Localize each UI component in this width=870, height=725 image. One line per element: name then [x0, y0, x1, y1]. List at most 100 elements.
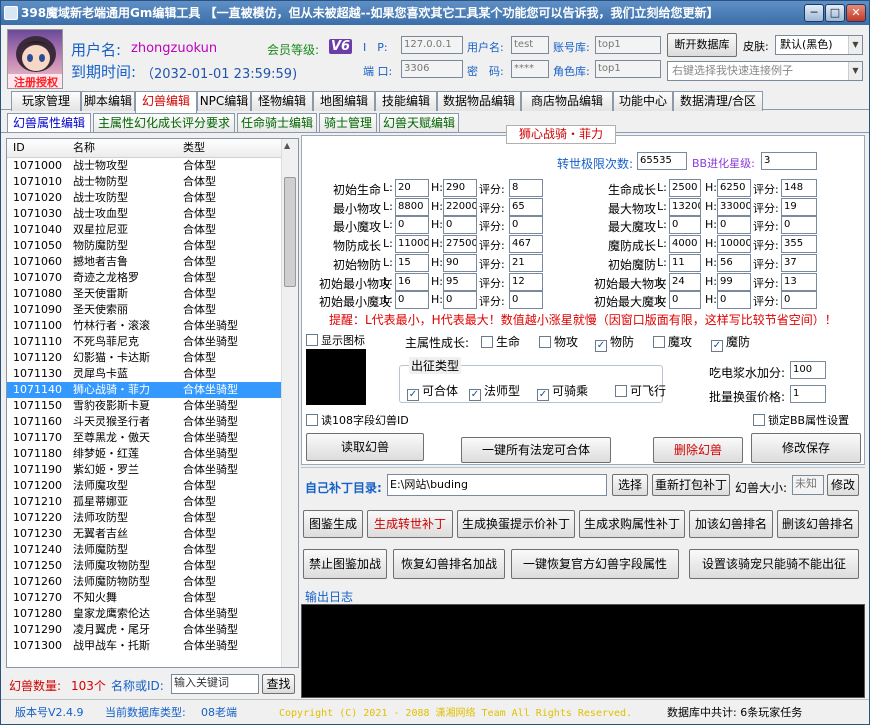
stat-min-input[interactable]: 0 — [669, 291, 701, 310]
table-row[interactable]: 1071130 灵犀鸟卡蓝 合体型 — [7, 366, 298, 382]
type-option-3[interactable]: ✓ 可骑乘 — [537, 382, 588, 401]
growth-option-2[interactable]: 物攻 — [539, 333, 578, 350]
tab-1[interactable]: 玩家管理 — [11, 91, 81, 111]
modify-size-button[interactable]: 修改 — [827, 474, 859, 496]
stat-min-input[interactable]: 8800 — [395, 197, 429, 216]
growth-option-3[interactable]: ✓ 物防 — [595, 333, 634, 352]
stat-max-input[interactable]: 99 — [717, 272, 751, 291]
stat-min-input[interactable]: 0 — [669, 216, 701, 235]
stat-score-input[interactable]: 467 — [509, 235, 543, 254]
stat-score-input[interactable]: 148 — [781, 179, 817, 197]
repack-button[interactable]: 重新打包补丁 — [652, 474, 730, 496]
stat-max-input[interactable]: 290 — [443, 179, 477, 197]
stat-max-input[interactable]: 0 — [443, 291, 477, 310]
table-row[interactable]: 1071230 无翼者吉丝 合体型 — [7, 526, 298, 542]
subtab-2[interactable]: 主属性幻化成长评分要求 — [93, 113, 235, 132]
role-db-input[interactable]: top1 — [595, 60, 661, 78]
skin-select[interactable]: 默认(黑色) ▼ — [775, 35, 863, 55]
table-row[interactable]: 1071280 皇家龙鹰索伦达 合体坐骑型 — [7, 606, 298, 622]
patch-button-5[interactable]: 加该幻兽排名 — [689, 510, 773, 538]
patch-button2-1[interactable]: 禁止图鉴加战 — [303, 549, 387, 579]
table-row[interactable]: 1071110 不死鸟菲尼克 合体坐骑型 — [7, 334, 298, 350]
tab-11[interactable]: 数据清理/合区 — [673, 91, 763, 111]
egg-price-input[interactable]: 1 — [790, 385, 826, 403]
patch-button2-4[interactable]: 设置该骑宠只能骑不能出征 — [689, 549, 859, 579]
patch-button-3[interactable]: 生成换蛋提示价补丁 — [457, 510, 575, 538]
table-row[interactable]: 1071100 竹林行者・滚滚 合体坐骑型 — [7, 318, 298, 334]
patch-button2-3[interactable]: 一键恢复官方幻兽字段属性 — [511, 549, 679, 579]
stat-max-input[interactable]: 27500 — [443, 235, 477, 254]
stat-score-input[interactable]: 12 — [509, 272, 543, 291]
stat-max-input[interactable]: 0 — [443, 216, 477, 235]
patch-button2-2[interactable]: 恢复幻兽排名加战 — [393, 549, 505, 579]
search-input[interactable]: 输入关键词 — [171, 674, 259, 694]
table-row[interactable]: 1071090 圣天使索丽 合体型 — [7, 302, 298, 318]
read-pet-button[interactable]: 读取幻兽 — [306, 433, 424, 461]
table-row[interactable]: 1071180 绯梦姬・红莲 合体坐骑型 — [7, 446, 298, 462]
stat-score-input[interactable]: 19 — [781, 197, 817, 216]
account-db-input[interactable]: top1 — [595, 36, 661, 54]
table-row[interactable]: 1071260 法师魔防物防型 合体型 — [7, 574, 298, 590]
read108-checkbox[interactable]: 读108字段幻兽ID — [306, 412, 409, 428]
stat-max-input[interactable]: 22000 — [443, 197, 477, 216]
table-row[interactable]: 1071190 紫幻姬・罗兰 合体坐骑型 — [7, 462, 298, 478]
patch-button-4[interactable]: 生成求购属性补丁 — [579, 510, 685, 538]
tab-4[interactable]: NPC编辑 — [197, 91, 251, 111]
table-row[interactable]: 1071150 雪豹夜影斯卡夏 合体坐骑型 — [7, 398, 298, 414]
tab-9[interactable]: 商店物品编辑 — [521, 91, 613, 111]
table-row[interactable]: 1071160 斗天灵猴圣行者 合体坐骑型 — [7, 414, 298, 430]
table-row[interactable]: 1071240 法师魔防型 合体型 — [7, 542, 298, 558]
table-row[interactable]: 1071250 法师魔攻物防型 合体型 — [7, 558, 298, 574]
stat-score-input[interactable]: 13 — [781, 272, 817, 291]
maximize-button[interactable]: □ — [825, 4, 845, 22]
tab-10[interactable]: 功能中心 — [613, 91, 673, 111]
port-input[interactable]: 3306 — [401, 60, 463, 78]
pet-size-input[interactable]: 未知 — [792, 475, 824, 495]
tab-3[interactable]: 幻兽编辑 — [135, 91, 197, 113]
stat-score-input[interactable]: 8 — [509, 179, 543, 197]
quick-connect-select[interactable]: 右键选择我快速连接例子 ▼ — [667, 61, 863, 81]
stat-min-input[interactable]: 0 — [395, 291, 429, 310]
stat-max-input[interactable]: 56 — [717, 253, 751, 272]
stat-min-input[interactable]: 0 — [395, 216, 429, 235]
patch-button-1[interactable]: 图鉴生成 — [303, 510, 363, 538]
stat-score-input[interactable]: 355 — [781, 235, 817, 254]
lock-bb-checkbox[interactable]: 锁定BB属性设置 — [753, 412, 849, 428]
choose-dir-button[interactable]: 选择 — [612, 474, 648, 496]
stat-min-input[interactable]: 2500 — [669, 179, 701, 197]
search-button[interactable]: 查找 — [262, 674, 295, 694]
stat-min-input[interactable]: 4000 — [669, 235, 701, 254]
table-row[interactable]: 1071040 双星拉尼亚 合体型 — [7, 222, 298, 238]
table-row[interactable]: 1071140 狮心战骑・菲力 合体坐骑型 — [7, 382, 298, 398]
tab-2[interactable]: 脚本编辑 — [81, 91, 135, 111]
dbuser-input[interactable]: test — [511, 36, 549, 54]
patch-button-2[interactable]: 生成转世补丁 — [367, 510, 453, 538]
table-row[interactable]: 1071220 法师攻防型 合体型 — [7, 510, 298, 526]
stat-max-input[interactable]: 90 — [443, 253, 477, 272]
drink-input[interactable]: 100 — [790, 361, 826, 379]
stat-min-input[interactable]: 16 — [395, 272, 429, 291]
scrollbar-thumb[interactable] — [284, 177, 296, 287]
stat-score-input[interactable]: 0 — [509, 291, 543, 310]
stat-score-input[interactable]: 0 — [781, 291, 817, 310]
table-row[interactable]: 1071170 至尊黑龙・傲天 合体坐骑型 — [7, 430, 298, 446]
table-row[interactable]: 1071020 战士攻防型 合体型 — [7, 190, 298, 206]
subtab-3[interactable]: 任命骑士编辑 — [237, 113, 317, 132]
patch-button-6[interactable]: 删该幻兽排名 — [777, 510, 859, 538]
stat-score-input[interactable]: 0 — [509, 216, 543, 235]
stat-min-input[interactable]: 11 — [669, 253, 701, 272]
tab-8[interactable]: 数据物品编辑 — [437, 91, 521, 111]
rebirth-input[interactable]: 65535 — [637, 152, 687, 170]
stat-score-input[interactable]: 65 — [509, 197, 543, 216]
col-name-header[interactable]: 名称 — [73, 139, 95, 157]
subtab-4[interactable]: 骑士管理 — [319, 113, 377, 132]
table-row[interactable]: 1071300 战甲战车・托斯 合体坐骑型 — [7, 638, 298, 654]
minimize-button[interactable]: ─ — [804, 4, 824, 22]
table-row[interactable]: 1071270 不知火舞 合体型 — [7, 590, 298, 606]
stat-score-input[interactable]: 0 — [781, 216, 817, 235]
stat-score-input[interactable]: 21 — [509, 253, 543, 272]
table-row[interactable]: 1071070 奇迹之龙格罗 合体型 — [7, 270, 298, 286]
subtab-5[interactable]: 幻兽天赋编辑 — [379, 113, 459, 132]
stat-min-input[interactable]: 20 — [395, 179, 429, 197]
stat-min-input[interactable]: 15 — [395, 253, 429, 272]
